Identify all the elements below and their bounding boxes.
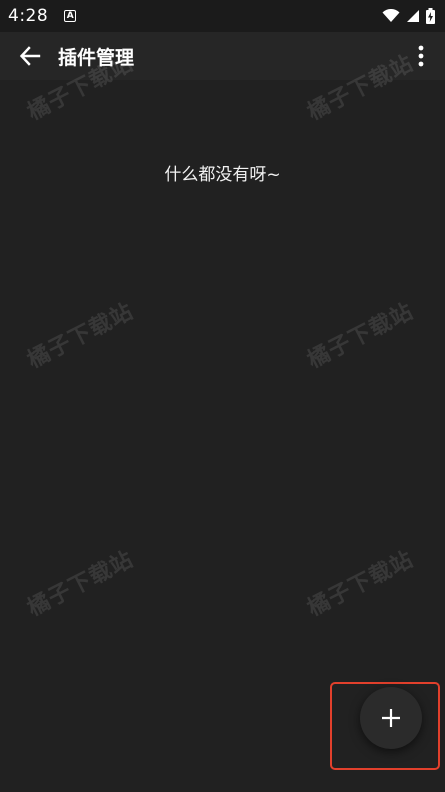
app-bar: 插件管理 [0,32,445,80]
watermark: 橘子下载站 [23,298,138,374]
plus-icon [382,709,400,727]
arrow-back-icon [19,46,41,66]
page-title: 插件管理 [58,46,135,69]
watermark: 橘子下载站 [303,298,418,374]
status-icons [382,8,435,24]
wifi-icon [382,9,400,22]
more-vert-icon [418,45,424,67]
back-button[interactable] [14,40,46,72]
empty-state-message: 什么都没有呀~ [164,165,281,185]
signal-icon [407,10,419,22]
battery-charging-icon [426,8,435,24]
add-plugin-button[interactable] [360,687,422,749]
status-time: 4:28 [8,6,49,26]
watermark: 橘子下载站 [303,546,418,622]
more-options-button[interactable] [409,40,433,72]
plugin-manager-screen: 4:28 A 插件管理 橘子下载站 橘子下载站 橘子下载站 橘子下载站 橘子下载… [0,0,445,792]
a-icon: A [64,10,77,22]
watermark: 橘子下载站 [23,546,138,622]
status-bar: 4:28 A [0,0,445,32]
